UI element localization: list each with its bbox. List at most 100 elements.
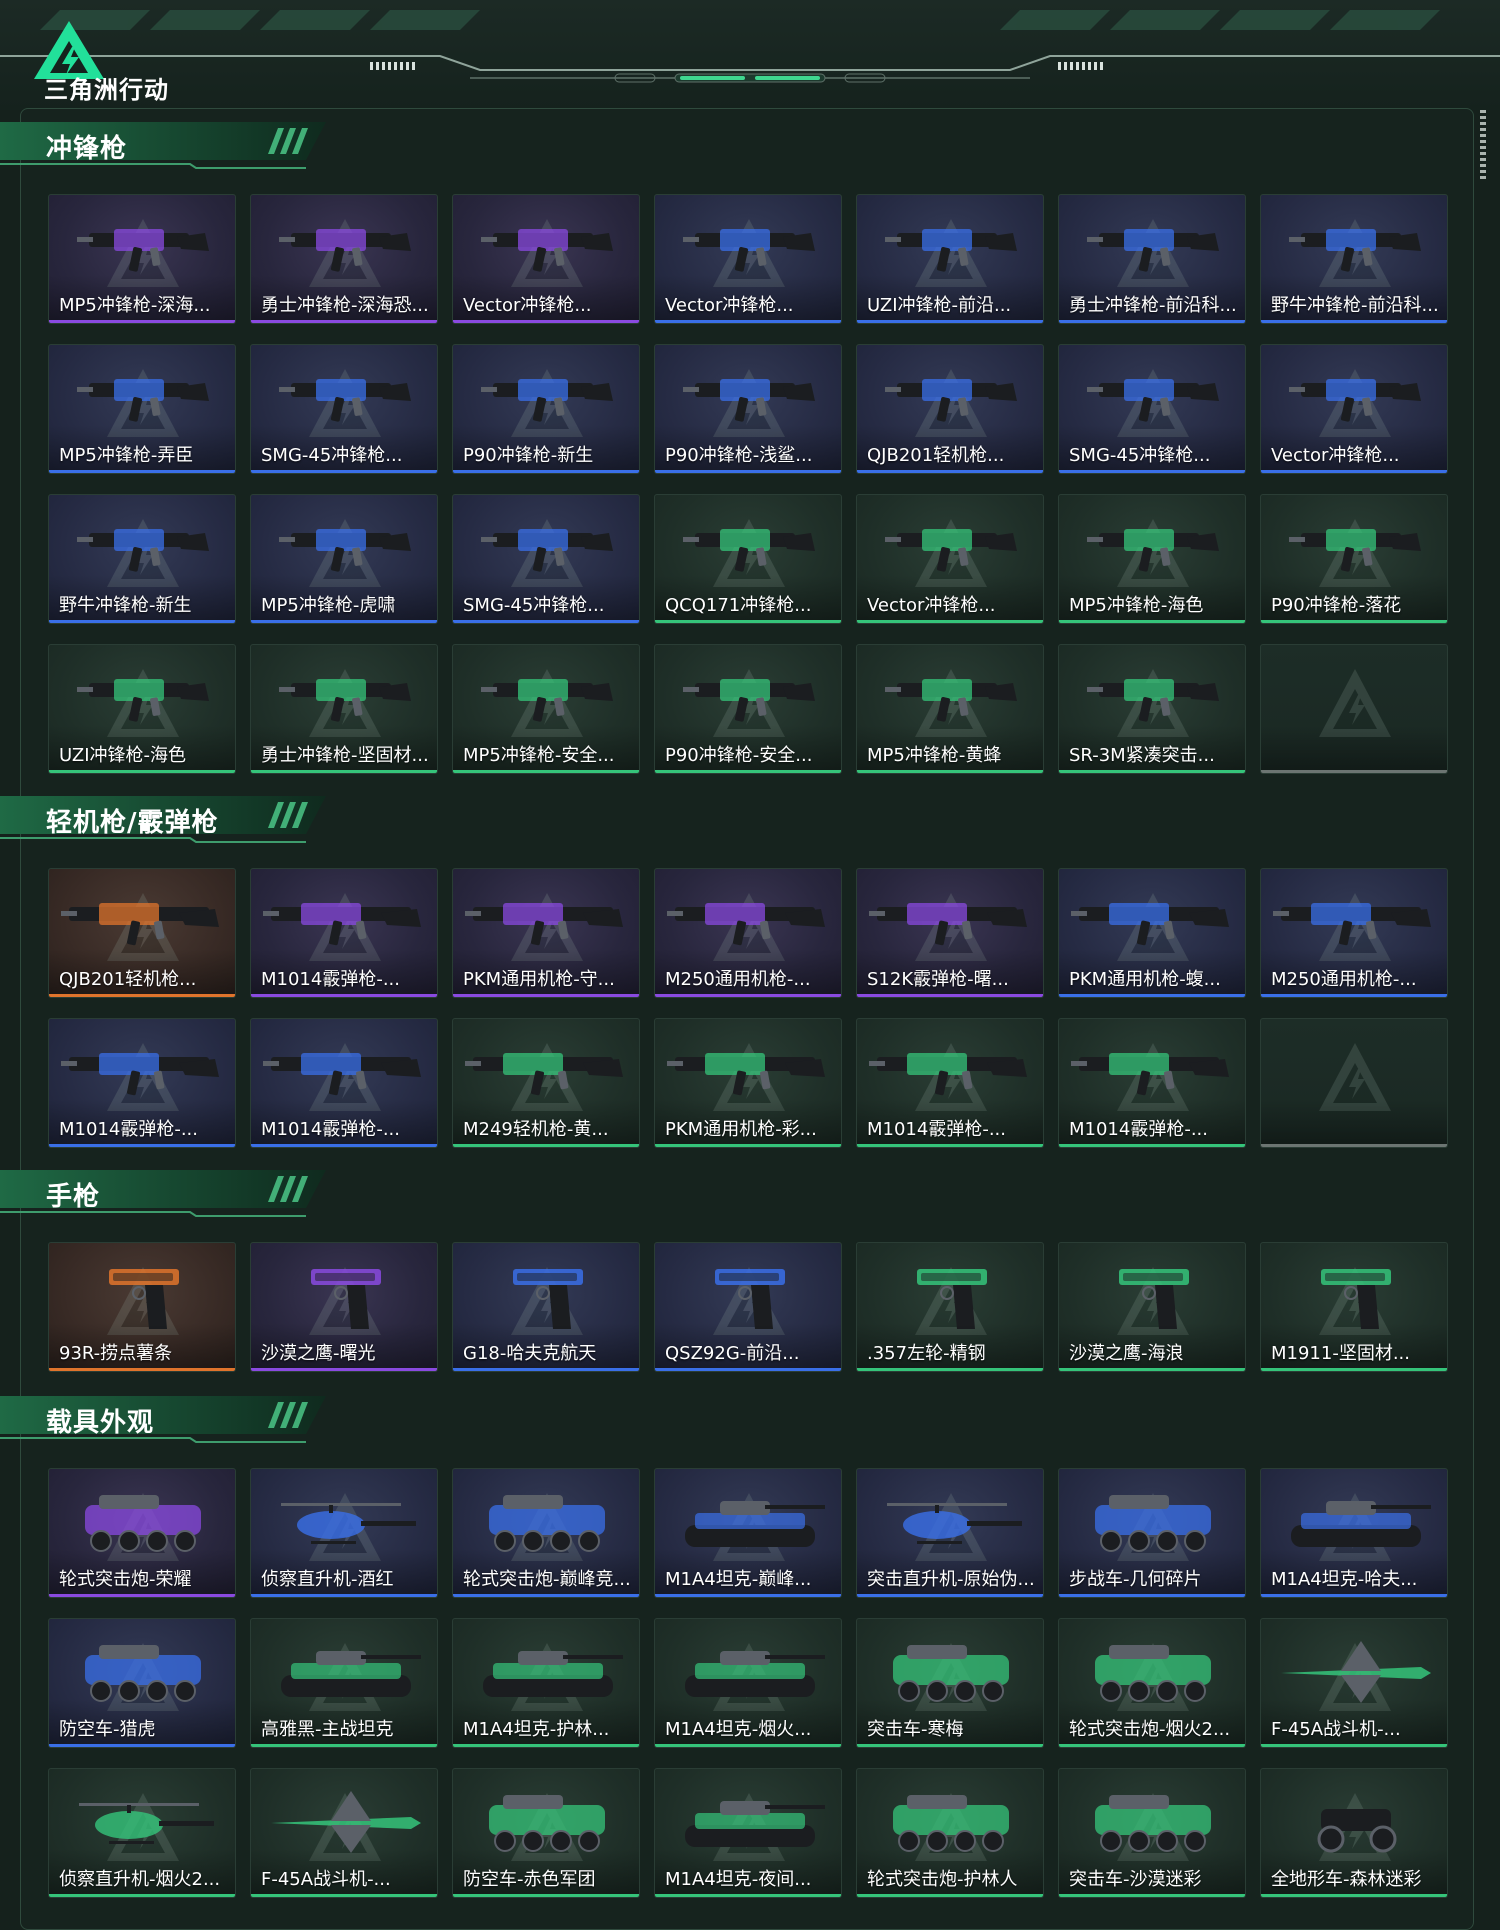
skin-card[interactable]: Vector冲锋枪... (654, 194, 842, 324)
skin-card[interactable]: P90冲锋枪-新生 (452, 344, 640, 474)
skin-card[interactable]: 轮式突击炮-巅峰竞... (452, 1468, 640, 1598)
rarity-bar (251, 1144, 437, 1147)
skin-card[interactable]: 防空车-赤色军团 (452, 1768, 640, 1898)
skin-name: M250通用机枪-... (1271, 969, 1417, 990)
skin-card[interactable]: SMG-45冲锋枪... (1058, 344, 1246, 474)
skin-card[interactable]: M1A4坦克-护林... (452, 1618, 640, 1748)
rarity-bar (453, 470, 639, 473)
skin-card[interactable]: 突击车-寒梅 (856, 1618, 1044, 1748)
skin-card[interactable]: M250通用机枪-... (654, 868, 842, 998)
skin-card[interactable]: 轮式突击炮-护林人 (856, 1768, 1044, 1898)
skin-card[interactable]: Vector冲锋枪... (452, 194, 640, 324)
skin-card[interactable]: M1A4坦克-巅峰... (654, 1468, 842, 1598)
skin-name: 高雅黑-主战坦克 (261, 1719, 394, 1740)
skin-card[interactable]: M1A4坦克-哈夫... (1260, 1468, 1448, 1598)
skin-card[interactable]: QJB201轻机枪... (856, 344, 1044, 474)
skin-name: 93R-捞点薯条 (59, 1343, 173, 1364)
skin-card[interactable]: MP5冲锋枪-安全... (452, 644, 640, 774)
skin-card[interactable]: M1014霰弹枪-... (48, 1018, 236, 1148)
skin-card[interactable]: M1911-坚固材... (1260, 1242, 1448, 1372)
skin-name: SR-3M紧凑突击... (1069, 745, 1215, 766)
skin-card[interactable]: P90冲锋枪-安全... (654, 644, 842, 774)
skin-card[interactable]: MP5冲锋枪-深海... (48, 194, 236, 324)
skin-card[interactable]: 沙漠之鹰-曙光 (250, 1242, 438, 1372)
skin-card[interactable]: M1014霰弹枪-... (250, 868, 438, 998)
skin-card[interactable]: F-45A战斗机-... (1260, 1618, 1448, 1748)
skin-name: PKM通用机枪-守... (463, 969, 615, 990)
skin-card[interactable]: M250通用机枪-... (1260, 868, 1448, 998)
skin-card[interactable]: QCQ171冲锋枪... (654, 494, 842, 624)
skin-name: .357左轮-精钢 (867, 1343, 986, 1364)
skin-card[interactable]: UZI冲锋枪-前沿... (856, 194, 1044, 324)
top-banner: 三角洲行动 (0, 0, 1500, 110)
skin-card[interactable]: 野牛冲锋枪-前沿科... (1260, 194, 1448, 324)
skin-card[interactable]: G18-哈夫克航天 (452, 1242, 640, 1372)
skin-card[interactable]: F-45A战斗机-... (250, 1768, 438, 1898)
skin-card[interactable]: 勇士冲锋枪-深海恐... (250, 194, 438, 324)
skin-card[interactable]: 高雅黑-主战坦克 (250, 1618, 438, 1748)
skin-card[interactable]: Vector冲锋枪... (856, 494, 1044, 624)
skin-card[interactable]: 防空车-猎虎 (48, 1618, 236, 1748)
skin-card[interactable]: M249轻机枪-黄... (452, 1018, 640, 1148)
skin-card[interactable]: 93R-捞点薯条 (48, 1242, 236, 1372)
skin-card[interactable]: .357左轮-精钢 (856, 1242, 1044, 1372)
skin-name: 勇士冲锋枪-深海恐... (261, 295, 429, 316)
skin-card[interactable]: 野牛冲锋枪-新生 (48, 494, 236, 624)
skin-name: 勇士冲锋枪-前沿科... (1069, 295, 1237, 316)
rarity-bar (1059, 470, 1245, 473)
skin-name: 突击车-沙漠迷彩 (1069, 1869, 1202, 1890)
rarity-bar (857, 1894, 1043, 1897)
skin-name: Vector冲锋枪... (463, 295, 592, 316)
skin-card[interactable]: 步战车-几何碎片 (1058, 1468, 1246, 1598)
skin-card[interactable]: M1014霰弹枪-... (856, 1018, 1044, 1148)
skin-card[interactable]: MP5冲锋枪-海色 (1058, 494, 1246, 624)
skin-card[interactable]: 突击直升机-原始伪... (856, 1468, 1044, 1598)
skin-name: MP5冲锋枪-黄蜂 (867, 745, 1002, 766)
rarity-bar (1261, 470, 1447, 473)
skin-card[interactable]: M1A4坦克-烟火... (654, 1618, 842, 1748)
skin-card[interactable]: PKM通用机枪-守... (452, 868, 640, 998)
scroll-handle[interactable] (1480, 110, 1486, 180)
skin-card[interactable]: 轮式突击炮-烟火2... (1058, 1618, 1246, 1748)
skin-card[interactable]: 勇士冲锋枪-前沿科... (1058, 194, 1246, 324)
skin-card[interactable]: UZI冲锋枪-海色 (48, 644, 236, 774)
skin-card[interactable]: M1014霰弹枪-... (250, 1018, 438, 1148)
rarity-bar (1059, 1368, 1245, 1371)
skin-card[interactable]: P90冲锋枪-落花 (1260, 494, 1448, 624)
empty-slot (1260, 1018, 1448, 1148)
skin-name: SMG-45冲锋枪... (463, 595, 605, 616)
skin-card[interactable]: MP5冲锋枪-黄蜂 (856, 644, 1044, 774)
skin-card[interactable]: 突击车-沙漠迷彩 (1058, 1768, 1246, 1898)
skin-card[interactable]: SMG-45冲锋枪... (452, 494, 640, 624)
skin-name: Vector冲锋枪... (867, 595, 996, 616)
rarity-bar (453, 770, 639, 773)
skin-card[interactable]: 轮式突击炮-荣耀 (48, 1468, 236, 1598)
skin-card[interactable]: PKM通用机枪-蝮... (1058, 868, 1246, 998)
skin-card[interactable]: S12K霰弹枪-曙... (856, 868, 1044, 998)
rarity-bar (1059, 994, 1245, 997)
skin-card[interactable]: 沙漠之鹰-海浪 (1058, 1242, 1246, 1372)
skin-name: M1A4坦克-巅峰... (665, 1569, 812, 1590)
skin-name: MP5冲锋枪-深海... (59, 295, 211, 316)
skin-card[interactable]: SR-3M紧凑突击... (1058, 644, 1246, 774)
skin-card[interactable]: PKM通用机枪-彩... (654, 1018, 842, 1148)
skin-card[interactable]: MP5冲锋枪-虎啸 (250, 494, 438, 624)
rarity-bar (655, 994, 841, 997)
rarity-bar (1261, 1144, 1447, 1147)
skin-card[interactable]: Vector冲锋枪... (1260, 344, 1448, 474)
skin-card[interactable]: SMG-45冲锋枪... (250, 344, 438, 474)
section-title: 载具外观 (46, 1408, 155, 1438)
skin-name: 野牛冲锋枪-新生 (59, 595, 192, 616)
skin-card[interactable]: 勇士冲锋枪-坚固材... (250, 644, 438, 774)
skin-card[interactable]: MP5冲锋枪-弄臣 (48, 344, 236, 474)
rarity-bar (1261, 994, 1447, 997)
skin-card[interactable]: QJB201轻机枪... (48, 868, 236, 998)
skin-card[interactable]: M1014霰弹枪-... (1058, 1018, 1246, 1148)
skin-card[interactable]: P90冲锋枪-浅鲨... (654, 344, 842, 474)
skin-card[interactable]: 全地形车-森林迷彩 (1260, 1768, 1448, 1898)
skin-card[interactable]: 侦察直升机-酒红 (250, 1468, 438, 1598)
skin-card[interactable]: QSZ92G-前沿... (654, 1242, 842, 1372)
rarity-bar (49, 1894, 235, 1897)
skin-card[interactable]: M1A4坦克-夜间... (654, 1768, 842, 1898)
skin-card[interactable]: 侦察直升机-烟火2... (48, 1768, 236, 1898)
